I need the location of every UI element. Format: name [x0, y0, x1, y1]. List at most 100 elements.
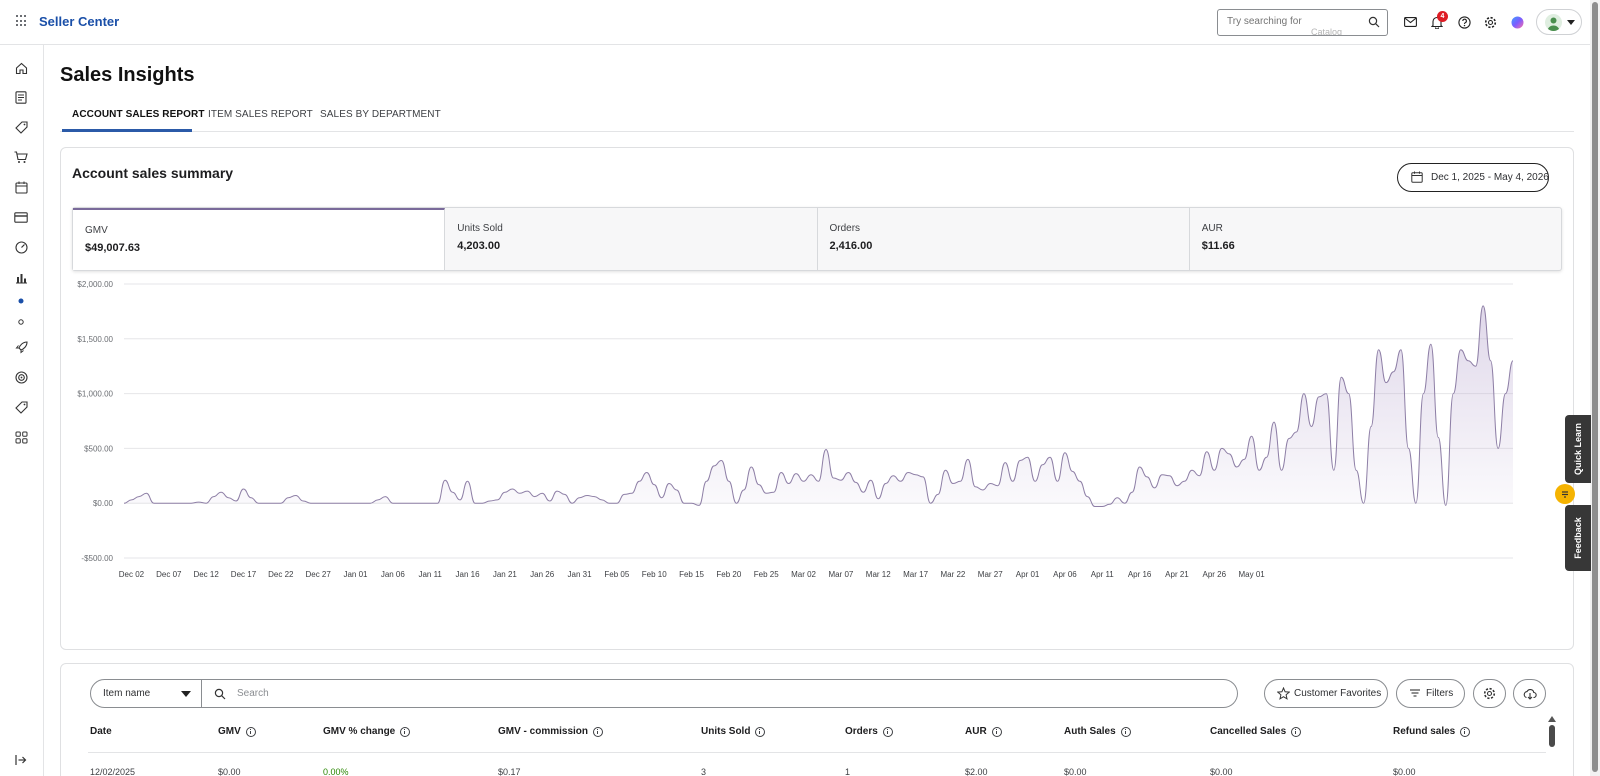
- table-cell-orders: 1: [845, 767, 851, 776]
- filters-button[interactable]: Filters: [1396, 679, 1465, 708]
- global-search-placeholder: Try searching for: [1227, 16, 1302, 27]
- metric-tile-aur[interactable]: AUR $11.66: [1190, 208, 1561, 270]
- sidebar-expand-icon[interactable]: [15, 754, 27, 766]
- app-launcher-icon[interactable]: [16, 15, 28, 27]
- help-icon[interactable]: [1456, 14, 1472, 30]
- download-button[interactable]: [1513, 679, 1546, 708]
- tag-icon[interactable]: [13, 119, 29, 135]
- column-header-cancelled-sales[interactable]: Cancelled Sales: [1210, 726, 1302, 737]
- column-header-label: GMV - commission: [498, 726, 589, 737]
- info-icon[interactable]: [1291, 726, 1302, 737]
- metric-tile-units-sold[interactable]: Units Sold 4,203.00: [445, 208, 818, 270]
- x-axis-tick-label: Jan 06: [381, 570, 406, 579]
- column-header-refund-sales[interactable]: Refund sales: [1393, 726, 1471, 737]
- customer-favorites-label: Customer Favorites: [1294, 688, 1382, 699]
- table-scrollbar-thumb[interactable]: [1549, 725, 1555, 747]
- payments-icon[interactable]: [13, 209, 29, 225]
- column-header-auth-sales[interactable]: Auth Sales: [1064, 726, 1131, 737]
- analytics-bar-chart-icon[interactable]: [13, 269, 29, 285]
- home-icon[interactable]: [13, 60, 29, 76]
- assistant-orb-icon[interactable]: [1509, 14, 1525, 30]
- account-menu[interactable]: [1536, 9, 1582, 35]
- feedback-tab[interactable]: Feedback: [1565, 505, 1591, 571]
- metric-value: 2,416.00: [829, 240, 873, 252]
- metric-tile-gmv[interactable]: GMV $49,007.63: [73, 208, 446, 270]
- quick-learn-bulb-icon[interactable]: [1555, 484, 1575, 504]
- cart-icon[interactable]: [13, 149, 29, 165]
- column-header-gmv-change[interactable]: GMV % change: [323, 726, 411, 737]
- mail-icon[interactable]: [1402, 14, 1418, 30]
- active-dot-icon[interactable]: [13, 293, 29, 309]
- calendar-icon[interactable]: [13, 179, 29, 195]
- item-search-input[interactable]: Search: [202, 679, 1238, 708]
- x-axis-tick-label: Apr 21: [1165, 570, 1189, 579]
- tab-account-sales-report[interactable]: ACCOUNT SALES REPORT: [72, 109, 205, 120]
- x-axis-tick-label: Dec 07: [156, 570, 182, 579]
- y-axis-tick-label: $500.00: [84, 444, 113, 453]
- metric-tile-orders[interactable]: Orders 2,416.00: [818, 208, 1190, 270]
- column-header-label: Refund sales: [1393, 726, 1456, 737]
- metric-label: Units Sold: [457, 223, 503, 234]
- feedback-label: Feedback: [1573, 517, 1583, 559]
- info-icon[interactable]: [400, 726, 411, 737]
- filter-icon: [1410, 689, 1420, 697]
- column-header-date[interactable]: Date: [90, 726, 112, 737]
- column-header-aur[interactable]: AUR: [965, 726, 1002, 737]
- column-header-orders[interactable]: Orders: [845, 726, 893, 737]
- table-scroll-up-arrow[interactable]: [1548, 716, 1556, 722]
- rocket-icon[interactable]: [13, 339, 29, 355]
- metric-label: AUR: [1201, 223, 1223, 234]
- info-icon[interactable]: [245, 726, 256, 737]
- quick-learn-tab[interactable]: Quick Learn: [1565, 415, 1591, 483]
- chevron-down-icon: [181, 691, 191, 697]
- x-axis-tick-label: Apr 11: [1091, 570, 1115, 579]
- metric-value: $11.66: [1201, 240, 1235, 252]
- info-icon[interactable]: [1120, 726, 1131, 737]
- page-scrollbar-thumb[interactable]: [1592, 2, 1598, 772]
- info-icon[interactable]: [755, 726, 766, 737]
- summary-title: Account sales summary: [72, 165, 234, 181]
- column-header-gmv-commission[interactable]: GMV - commission: [498, 726, 604, 737]
- orders-icon[interactable]: [13, 89, 29, 105]
- info-icon[interactable]: [593, 726, 604, 737]
- promotions-tag-icon[interactable]: [13, 399, 29, 415]
- info-icon[interactable]: [882, 726, 893, 737]
- page-scrollbar[interactable]: [1590, 0, 1600, 776]
- info-icon[interactable]: [1460, 726, 1471, 737]
- filters-label: Filters: [1426, 688, 1454, 699]
- chevron-down-icon: [1567, 20, 1575, 25]
- table-cell-auth-sales: $0.00: [1064, 767, 1087, 776]
- table-cell-gmv-change: 0.00%: [323, 767, 349, 776]
- gear-icon: [1483, 687, 1496, 700]
- x-axis-tick-label: Jan 16: [456, 570, 481, 579]
- x-axis-tick-label: Mar 27: [978, 570, 1003, 579]
- apps-grid-icon[interactable]: [13, 429, 29, 445]
- gear-icon[interactable]: [1482, 14, 1498, 30]
- tab-sales-by-department[interactable]: SALES BY DEPARTMENT: [320, 109, 441, 120]
- performance-gauge-icon[interactable]: [13, 239, 29, 255]
- table-settings-button[interactable]: [1473, 679, 1506, 708]
- customer-favorites-button[interactable]: Customer Favorites: [1264, 679, 1388, 708]
- x-axis-tick-label: Mar 22: [940, 570, 965, 579]
- global-search-suggestion: Catalog: [1311, 27, 1343, 36]
- x-axis-tick-label: Mar 07: [828, 570, 853, 579]
- global-search-input[interactable]: Try searching for Catalog: [1217, 9, 1388, 36]
- x-axis-tick-label: Jan 31: [568, 570, 593, 579]
- date-range-picker[interactable]: Dec 1, 2025 - May 4, 2026: [1397, 163, 1549, 192]
- brand-logo[interactable]: Seller Center: [39, 14, 119, 29]
- column-header-label: Cancelled Sales: [1210, 726, 1287, 737]
- tab-item-sales-report[interactable]: ITEM SALES REPORT: [208, 109, 313, 120]
- column-header-label: Auth Sales: [1064, 726, 1116, 737]
- column-header-gmv[interactable]: GMV: [218, 726, 256, 737]
- account-sales-summary-card: Account sales summary Dec 1, 2025 - May …: [60, 147, 1574, 650]
- search-field-select[interactable]: Item name: [90, 679, 202, 708]
- inactive-dot-icon[interactable]: [13, 314, 29, 330]
- x-axis-tick-label: Feb 25: [754, 570, 779, 579]
- search-icon[interactable]: [1368, 16, 1380, 28]
- search-icon: [214, 688, 226, 700]
- item-sales-table-card: Item name Search Customer Favorites Filt…: [60, 663, 1574, 776]
- info-icon[interactable]: [991, 726, 1002, 737]
- column-header-units-sold[interactable]: Units Sold: [701, 726, 766, 737]
- table-cell-gmv-commission: $0.17: [498, 767, 521, 776]
- target-icon[interactable]: [13, 369, 29, 385]
